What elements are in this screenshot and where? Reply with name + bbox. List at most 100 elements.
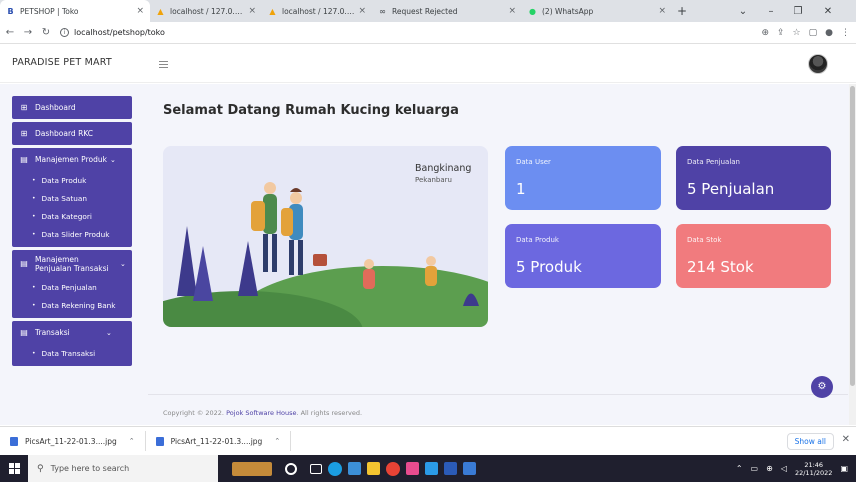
footer-link[interactable]: Pojok Software House (226, 409, 296, 417)
window-close-button[interactable]: ✕ (815, 0, 841, 22)
search-icon: ⚲ (37, 463, 44, 474)
system-tray: ⌃ ▭ ⊕ ◁ 21:46 22/11/2022 ▣ (736, 455, 848, 482)
tab-phpmyadmin-1[interactable]: ▲ localhost / 127.0.0.1 / petsho × (150, 0, 262, 22)
sidebar-group-toggle[interactable]: ▤ Transaksi ⌄ (12, 321, 132, 344)
tab-phpmyadmin-2[interactable]: ▲ localhost / 127.0.0.1 / petsho × (262, 0, 372, 22)
sidebar-item-data-penjualan[interactable]: Data Penjualan (12, 278, 132, 296)
bookmark-star-icon[interactable]: ☆ (793, 28, 801, 38)
download-bar: PicsArt_11-22-01.3....jpg ⌃ PicsArt_11-2… (0, 426, 856, 455)
chevron-up-icon[interactable]: ⌃ (736, 464, 743, 473)
windows-start-icon[interactable] (0, 455, 28, 482)
back-icon[interactable]: ← (2, 27, 18, 38)
table-icon: ▤ (20, 154, 28, 164)
network-icon[interactable]: ▭ (751, 464, 759, 473)
windows-taskbar: ⚲ Type here to search ⌃ ▭ ⊕ ◁ 21:46 22/1… (0, 455, 856, 482)
sidebar-item-data-satuan[interactable]: Data Satuan (12, 189, 132, 207)
word-icon[interactable] (444, 462, 457, 475)
minimize-button[interactable]: – (758, 0, 784, 22)
sidebar-item-label: Manajemen Penjualan Transaksi (35, 255, 109, 273)
task-view-icon[interactable] (310, 463, 322, 474)
share-icon[interactable]: ⇪ (777, 28, 785, 38)
settings-fab-button[interactable]: ⚙ (811, 376, 833, 398)
sidebar-item-label: Dashboard (35, 103, 76, 112)
stat-card-data-produk[interactable]: Data Produk 5 Produk (505, 224, 661, 288)
scrollbar-thumb[interactable] (850, 86, 855, 386)
tab-petshop-toko[interactable]: B PETSHOP | Toko × (0, 0, 150, 22)
chrome-icon[interactable] (386, 461, 400, 476)
sidebar-group-toggle[interactable]: ▤ Manajemen Produk ⌄ (12, 148, 132, 171)
main-content: ⊞ Dashboard ⊞ Dashboard RKC ▤ Manajemen … (0, 84, 856, 425)
download-filename: PicsArt_11-22-01.3....jpg (170, 436, 263, 446)
card-label: Data Stok (687, 236, 722, 244)
menu-dots-icon[interactable]: ⋮ (841, 28, 850, 38)
profile-icon[interactable]: ● (825, 28, 833, 38)
sidebar-item-data-rekening-bank[interactable]: Data Rekening Bank (12, 296, 132, 314)
sidebar-item-data-produk[interactable]: Data Produk (12, 171, 132, 189)
chevron-up-icon[interactable]: ⌃ (129, 437, 135, 445)
vscode-icon[interactable] (425, 462, 438, 475)
forward-icon[interactable]: → (20, 27, 36, 38)
info-icon[interactable]: i (60, 28, 69, 37)
url-text: localhost/petshop/toko (74, 28, 165, 37)
zoom-icon[interactable]: ⊕ (761, 28, 769, 38)
cortana-icon[interactable] (285, 462, 297, 475)
chevron-up-icon[interactable]: ⌃ (274, 437, 280, 445)
photos-icon[interactable] (463, 462, 476, 475)
chevron-down-icon: ⌄ (109, 155, 116, 164)
tab-search-icon[interactable]: ⌄ (730, 0, 756, 22)
maximize-button[interactable]: ❐ (785, 0, 811, 22)
close-icon[interactable]: × (658, 6, 666, 16)
sidebar-item-dashboard[interactable]: ⊞ Dashboard (12, 96, 132, 119)
close-icon[interactable]: × (358, 6, 366, 16)
hamburger-menu-icon[interactable] (159, 61, 168, 68)
taskbar-search-input[interactable]: ⚲ Type here to search (28, 455, 218, 482)
sidepanel-icon[interactable]: ▢ (809, 28, 818, 38)
tab-label: localhost / 127.0.0.1 / petsho (170, 6, 245, 16)
close-icon[interactable]: × (508, 6, 516, 16)
hero-subtitle: Pekanbaru (415, 176, 452, 184)
weather-widget-icon[interactable] (232, 461, 272, 476)
footer-text: . All rights reserved. (296, 409, 363, 417)
chevron-down-icon: ⌄ (106, 328, 112, 337)
whatsapp-icon: ● (529, 6, 536, 16)
download-filename: PicsArt_11-22-01.3....jpg (25, 436, 117, 446)
file-explorer-icon[interactable] (367, 462, 380, 475)
close-icon[interactable]: × (248, 6, 256, 16)
avatar[interactable] (808, 54, 828, 74)
stat-card-data-user[interactable]: Data User 1 (505, 146, 661, 210)
sidebar-item-data-slider-produk[interactable]: Data Slider Produk (12, 225, 132, 243)
sidebar-item-label: Manajemen Produk (35, 155, 107, 164)
sidebar-item-dashboard-rkc[interactable]: ⊞ Dashboard RKC (12, 122, 132, 145)
sidebar-item-data-kategori[interactable]: Data Kategori (12, 207, 132, 225)
footer-text: Copyright © 2022. (163, 409, 225, 417)
tab-request-rejected[interactable]: ∞ Request Rejected × (372, 0, 522, 22)
globe-icon[interactable]: ⊕ (766, 464, 773, 473)
tab-label: Request Rejected (392, 6, 458, 16)
card-value: 214 Stok (687, 258, 754, 276)
download-item[interactable]: PicsArt_11-22-01.3....jpg ⌃ (146, 431, 292, 451)
reload-icon[interactable]: ↻ (38, 27, 54, 38)
sidebar-group-transaksi: ▤ Transaksi ⌄ Data Transaksi (12, 321, 132, 366)
stat-card-data-stok[interactable]: Data Stok 214 Stok (676, 224, 831, 288)
new-tab-button[interactable]: + (672, 0, 692, 22)
hero-city: Bangkinang (415, 163, 472, 174)
show-all-button[interactable]: Show all (786, 433, 834, 450)
edge-icon[interactable] (328, 461, 342, 476)
url-field[interactable]: i localhost/petshop/toko (60, 28, 165, 37)
taskbar-clock[interactable]: 21:46 22/11/2022 (795, 461, 832, 477)
sidebar: ⊞ Dashboard ⊞ Dashboard RKC ▤ Manajemen … (12, 96, 132, 369)
store-icon[interactable] (348, 462, 361, 475)
volume-icon[interactable]: ◁ (781, 464, 787, 473)
download-item[interactable]: PicsArt_11-22-01.3....jpg ⌃ (0, 431, 146, 451)
card-value: 5 Penjualan (687, 180, 775, 198)
tab-whatsapp[interactable]: ● (2) WhatsApp × (522, 0, 672, 22)
sidebar-group-toggle[interactable]: ▤ Manajemen Penjualan Transaksi ⌄ (12, 250, 132, 278)
file-icon (155, 436, 164, 446)
stat-card-data-penjualan[interactable]: Data Penjualan 5 Penjualan (676, 146, 831, 210)
close-icon[interactable]: ✕ (842, 434, 850, 445)
app-icon[interactable] (406, 462, 419, 475)
close-icon[interactable]: × (136, 6, 144, 16)
notification-icon[interactable]: ▣ (840, 464, 848, 473)
sidebar-item-data-transaksi[interactable]: Data Transaksi (12, 344, 132, 362)
b-icon: B (7, 6, 14, 16)
